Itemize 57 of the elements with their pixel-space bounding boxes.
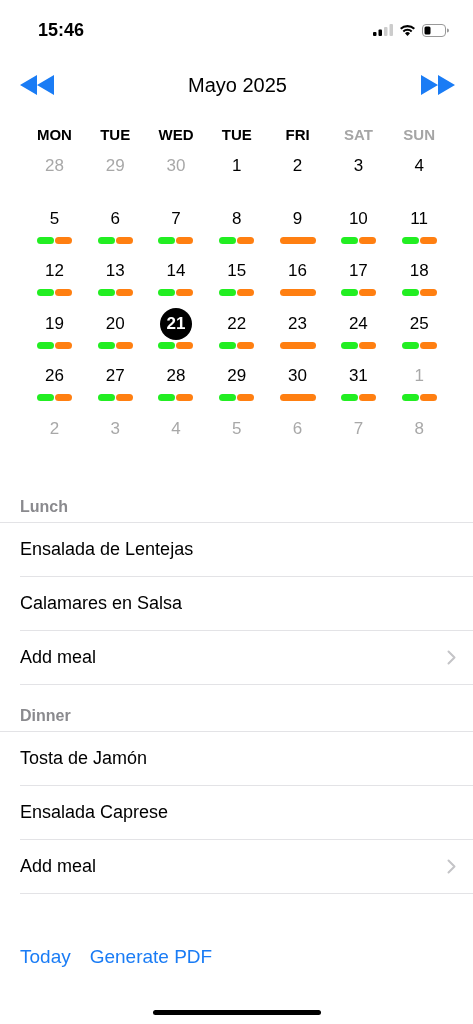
next-month-icon[interactable] <box>421 75 455 95</box>
weekday-label: SAT <box>343 125 373 145</box>
footer-link[interactable]: Generate PDF <box>89 945 213 968</box>
footer-link[interactable]: Today <box>20 945 71 968</box>
day-number[interactable]: 5 <box>38 202 71 235</box>
day-number[interactable]: 26 <box>38 360 71 393</box>
day-number[interactable]: 14 <box>160 255 192 288</box>
weekday-label: SUN <box>403 125 435 145</box>
weekday-label: TUE <box>221 125 252 145</box>
day-number[interactable]: 21 <box>160 307 192 340</box>
weekday-label: TUE <box>100 125 131 145</box>
meal-row[interactable]: Tosta de Jamón <box>20 731 473 786</box>
day-number[interactable]: 16 <box>281 255 314 288</box>
day-number[interactable]: 23 <box>281 307 314 340</box>
day-number[interactable]: 15 <box>220 255 253 288</box>
meal-row[interactable]: Calamares en Salsa <box>20 576 473 631</box>
day-number[interactable]: 6 <box>99 202 132 235</box>
day-number[interactable]: 17 <box>342 255 375 288</box>
day-number[interactable]: 7 <box>160 202 192 235</box>
status-time: 15:46 <box>38 19 85 41</box>
day-number[interactable]: 10 <box>342 202 375 235</box>
weekday-label: FRI <box>285 125 310 145</box>
day-number[interactable]: 28 <box>160 360 192 393</box>
battery-icon <box>422 23 449 37</box>
meal-row[interactable]: Ensalada de Lentejas <box>20 522 473 577</box>
day-number[interactable]: 12 <box>38 255 71 288</box>
day-number[interactable]: 30 <box>281 360 314 393</box>
signal-icon <box>373 24 393 36</box>
chevron-icon <box>447 858 456 874</box>
month-title: Mayo 2025 <box>188 73 287 97</box>
day-number[interactable]: 27 <box>99 360 132 393</box>
day-number[interactable]: 13 <box>99 255 132 288</box>
day-number[interactable]: 25 <box>403 307 436 340</box>
day-number[interactable]: 20 <box>99 307 132 340</box>
day-number[interactable]: 4 <box>403 150 436 182</box>
chevron-icon <box>447 649 456 665</box>
day-number[interactable]: 11 <box>403 202 436 235</box>
day-number[interactable]: 31 <box>342 360 375 393</box>
previous-month-icon[interactable] <box>20 75 54 95</box>
day-number[interactable]: 3 <box>342 150 375 182</box>
day-number[interactable]: 8 <box>220 202 253 235</box>
wifi-icon <box>399 24 416 36</box>
day-number[interactable]: 2 <box>281 150 314 182</box>
day-number[interactable]: 18 <box>403 255 436 288</box>
add-meal-row[interactable]: Add meal <box>20 839 473 894</box>
day-number[interactable]: 1 <box>220 150 253 182</box>
weekday-label: MON <box>36 125 72 145</box>
weekday-label: WED <box>158 125 194 145</box>
section-header: Dinner <box>0 706 473 732</box>
section-header: Lunch <box>0 497 473 523</box>
day-number[interactable]: 29 <box>220 360 253 393</box>
day-number[interactable]: 24 <box>342 307 375 340</box>
day-number[interactable]: 22 <box>220 307 253 340</box>
day-number[interactable]: 19 <box>38 307 71 340</box>
meal-row[interactable]: Ensalada Caprese <box>20 785 473 840</box>
day-number[interactable]: 9 <box>281 202 314 235</box>
add-meal-row[interactable]: Add meal <box>20 630 473 685</box>
